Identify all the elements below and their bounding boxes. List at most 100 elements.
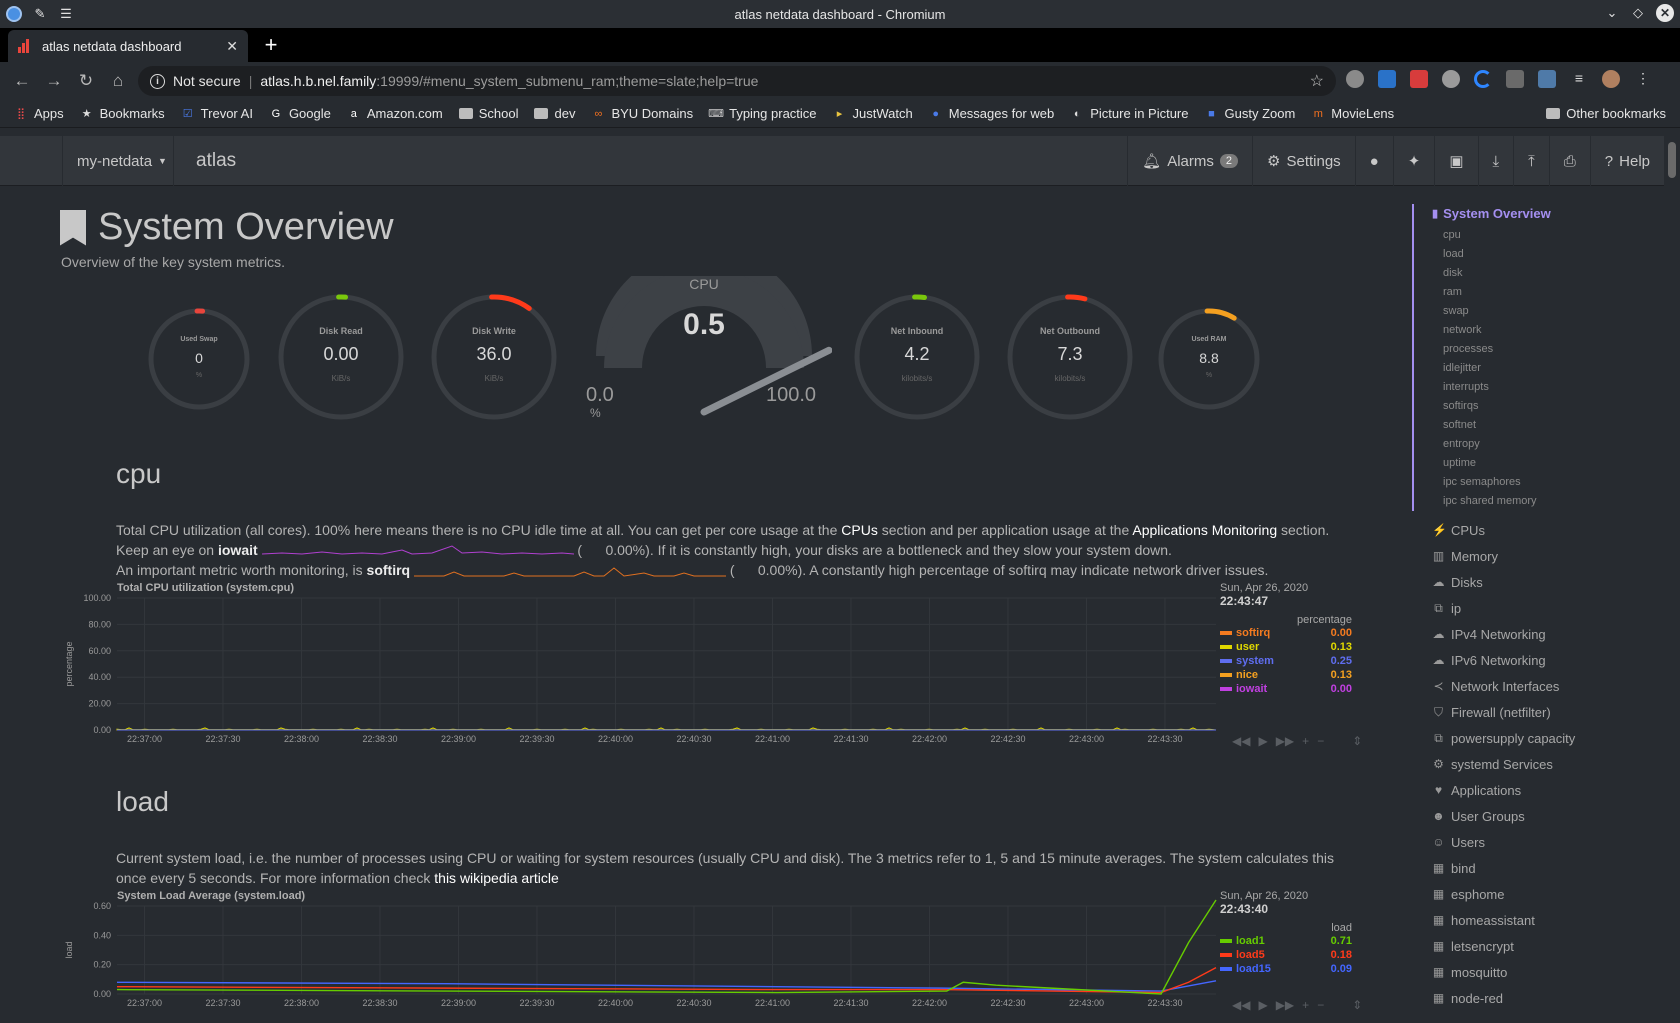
menu-item-applications[interactable]: ♥ Applications (1412, 777, 1662, 803)
menu-sub-disk[interactable]: disk (1432, 264, 1662, 283)
info-icon[interactable]: i (150, 73, 165, 89)
menu-sub-ipc-semaphores[interactable]: ipc semaphores (1432, 473, 1662, 492)
new-tab-icon[interactable]: + (260, 32, 282, 58)
url-text[interactable]: atlas.h.b.nel.family:19999/#menu_system_… (260, 73, 758, 89)
pin-icon[interactable]: ✎ (32, 6, 48, 22)
menu-item-bind[interactable]: ▦ bind (1412, 855, 1662, 881)
menu-item-user-groups[interactable]: ☻ User Groups (1412, 803, 1662, 829)
bookmark-2[interactable]: ☑ Trevor AI (181, 106, 253, 121)
menu-item-cpus[interactable]: ⚡ CPUs (1412, 517, 1662, 543)
menu-item-node-red[interactable]: ▦ node-red (1412, 985, 1662, 1011)
print-button[interactable]: ⎙ (1548, 136, 1590, 186)
bookmark-1[interactable]: ★ Bookmarks (80, 106, 165, 121)
bookmark-12[interactable]: ■ Gusty Zoom (1205, 106, 1295, 121)
extension-c-icon[interactable] (1474, 70, 1492, 88)
zoom-out-icon[interactable]: − (1317, 734, 1324, 748)
legend-row-load1[interactable]: load1 0.71 (1220, 934, 1352, 948)
reading-list-icon[interactable]: ≡ (1570, 70, 1588, 88)
menu-system-overview[interactable]: ▮ System Overview cpu load disk ram swap netw… (1412, 204, 1662, 511)
legend-row-nice[interactable]: nice 0.13 (1220, 668, 1352, 682)
home-icon[interactable]: ⌂ (102, 71, 134, 91)
cpu-chart[interactable]: Total CPU utilization (system.cpu) 100.0… (60, 582, 1362, 752)
load-chart[interactable]: System Load Average (system.load) 0.60 0.… (60, 890, 1362, 1023)
resize-handle-icon[interactable]: ⇕ (1352, 998, 1362, 1012)
bookmark-9[interactable]: ▸ JustWatch (833, 106, 913, 121)
bookmark-13[interactable]: m MovieLens (1311, 106, 1394, 121)
zoom-in-icon[interactable]: + (1302, 734, 1309, 748)
menu-sub-processes[interactable]: processes (1432, 340, 1662, 359)
menu-sub-uptime[interactable]: uptime (1432, 454, 1662, 473)
menu-item-powersupply-capacity[interactable]: ⧉ powersupply capacity (1412, 725, 1662, 751)
menu-sub-softirqs[interactable]: softirqs (1432, 397, 1662, 416)
kebab-menu-icon[interactable]: ⋮ (1634, 70, 1652, 88)
menu-item-network-interfaces[interactable]: ≺ Network Interfaces (1412, 673, 1662, 699)
upload-button[interactable]: ⤒ (1513, 136, 1549, 186)
menu-item-esphome[interactable]: ▦ esphome (1412, 881, 1662, 907)
menu-item-ipv6-networking[interactable]: ☁ IPv6 Networking (1412, 647, 1662, 673)
bookmark-3[interactable]: G Google (269, 106, 331, 121)
menu-sub-swap[interactable]: swap (1432, 302, 1662, 321)
back-arrow-icon[interactable]: ← (6, 71, 38, 91)
menu-sub-ram[interactable]: ram (1432, 283, 1662, 302)
extension-box-icon[interactable] (1506, 70, 1524, 88)
bookmark-0[interactable]: ⣿ Apps (14, 106, 64, 121)
disk-read-gauge[interactable]: Disk Read 0.00 KiB/s (276, 292, 406, 422)
used-ram-gauge[interactable]: Used RAM 8.8 % (1156, 306, 1262, 412)
legend-row-user[interactable]: user 0.13 (1220, 640, 1352, 654)
menu-item-disks[interactable]: ☁ Disks (1412, 569, 1662, 595)
zoom-out-icon[interactable]: − (1317, 998, 1324, 1012)
forward-icon[interactable]: ▶▶ (1276, 998, 1294, 1012)
scroll-thumb[interactable] (1668, 142, 1676, 178)
download-button[interactable]: ⤓ (1477, 136, 1514, 186)
maximize-icon[interactable]: ◇ (1630, 5, 1646, 21)
menu-system-overview-head[interactable]: ▮ System Overview (1432, 204, 1662, 222)
zoom-in-icon[interactable]: + (1302, 998, 1309, 1012)
profile-avatar[interactable] (1602, 70, 1620, 88)
menu-sub-load[interactable]: load (1432, 245, 1662, 264)
help-button[interactable]: ? Help (1589, 136, 1664, 186)
page-scrollbar[interactable] (1664, 136, 1680, 1023)
chromium-logo-icon[interactable] (6, 6, 22, 22)
menu-icon[interactable]: ☰ (58, 6, 74, 22)
play-icon[interactable]: ▶ (1258, 734, 1267, 748)
menu-sub-cpu[interactable]: cpu (1432, 226, 1662, 245)
menu-item-mosquitto[interactable]: ▦ mosquitto (1412, 959, 1662, 985)
menu-item-homeassistant[interactable]: ▦ homeassistant (1412, 907, 1662, 933)
applications-monitoring-link[interactable]: Applications Monitoring (1132, 522, 1277, 538)
reload-icon[interactable]: ↻ (70, 71, 102, 91)
menu-sub-interrupts[interactable]: interrupts (1432, 378, 1662, 397)
legend-row-softirq[interactable]: softirq 0.00 (1220, 626, 1352, 640)
legend-row-system[interactable]: system 0.25 (1220, 654, 1352, 668)
wikipedia-link[interactable]: this wikipedia article (434, 870, 559, 886)
other-bookmarks[interactable]: Other bookmarks (1546, 106, 1666, 121)
bookmark-6[interactable]: dev (534, 106, 575, 121)
legend-row-iowait[interactable]: iowait 0.00 (1220, 682, 1352, 696)
rewind-icon[interactable]: ◀◀ (1232, 998, 1250, 1012)
play-icon[interactable]: ▶ (1258, 998, 1267, 1012)
menu-sub-ipc-shared-memory[interactable]: ipc shared memory (1432, 492, 1662, 511)
net-outbound-gauge[interactable]: Net Outbound 7.3 kilobits/s (1005, 292, 1135, 422)
my-netdata-dropdown[interactable]: my-netdata ▼ (62, 136, 174, 186)
facebook-button[interactable]: ▣ (1434, 136, 1477, 186)
disk-write-gauge[interactable]: Disk Write 36.0 KiB/s (429, 292, 559, 422)
cpu-gauge[interactable]: CPU 0.5 0.0 100.0 % (576, 248, 833, 446)
minimize-icon[interactable]: ⌄ (1604, 5, 1620, 21)
bookmark-star-icon[interactable]: ☆ (1310, 71, 1324, 91)
bookmark-10[interactable]: ● Messages for web (929, 106, 1054, 121)
legend-row-load5[interactable]: load5 0.18 (1220, 948, 1352, 962)
menu-item-firewall-netfilter-[interactable]: ⛉ Firewall (netfilter) (1412, 699, 1662, 725)
forward-arrow-icon[interactable]: → (38, 71, 70, 91)
extension-grey-icon[interactable] (1442, 70, 1460, 88)
bookmark-5[interactable]: School (458, 106, 518, 121)
settings-button[interactable]: ⚙ Settings (1252, 136, 1355, 186)
menu-sub-idlejitter[interactable]: idlejitter (1432, 359, 1662, 378)
extension-screen-icon[interactable] (1538, 70, 1556, 88)
forward-icon[interactable]: ▶▶ (1276, 734, 1294, 748)
alarms-button[interactable]: 🔔︎ Alarms 2 (1127, 136, 1252, 186)
address-bar[interactable]: i Not secure | atlas.h.b.nel.family:1999… (138, 66, 1336, 96)
extension-red-icon[interactable] (1410, 70, 1428, 88)
bookmark-4[interactable]: a Amazon.com (347, 106, 443, 121)
cpus-link[interactable]: CPUs (841, 522, 878, 538)
tab-close-icon[interactable]: ✕ (226, 38, 238, 55)
window-close-icon[interactable]: ✕ (1656, 4, 1674, 22)
